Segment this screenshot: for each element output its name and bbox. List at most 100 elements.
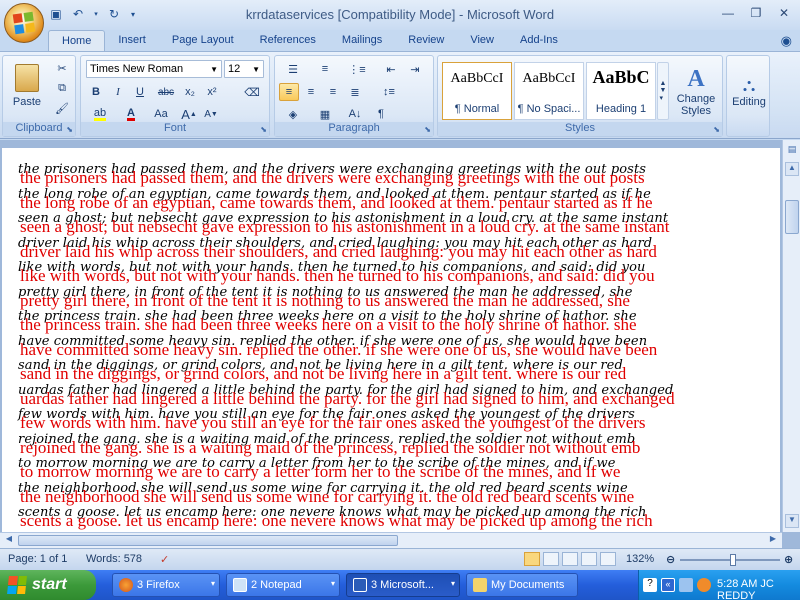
font-size-value: 12 [228, 63, 241, 75]
sort-icon[interactable]: A↓ [345, 105, 365, 123]
ribbon-tabs: Home Insert Page Layout References Maili… [48, 30, 571, 52]
underline-button[interactable]: U [130, 83, 150, 101]
tab-add-ins[interactable]: Add-Ins [507, 30, 571, 52]
tab-review[interactable]: Review [395, 30, 457, 52]
numbering-icon[interactable]: ≡ [311, 60, 339, 78]
app-tray-icon[interactable] [697, 578, 711, 592]
paragraph-launcher-icon[interactable]: ⬊ [424, 125, 431, 134]
font-size-select[interactable]: 12 ▼ [224, 60, 264, 78]
font-launcher-icon[interactable]: ⬊ [260, 125, 267, 134]
decrease-indent-icon[interactable]: ⇤ [381, 60, 401, 78]
tab-page-layout[interactable]: Page Layout [159, 30, 247, 52]
vertical-scroll-thumb[interactable] [785, 200, 799, 234]
align-right-icon[interactable]: ≡ [323, 83, 343, 101]
change-case-button[interactable]: Aa [149, 105, 173, 123]
style-normal[interactable]: AaBbCcI ¶ Normal [442, 62, 512, 120]
draft-icon[interactable] [600, 552, 616, 566]
bullets-icon[interactable]: ☰ [279, 60, 307, 78]
word-icon [353, 578, 367, 592]
zoom-slider-thumb[interactable] [730, 554, 736, 566]
change-styles-button[interactable]: A Change Styles [672, 60, 720, 122]
tab-view[interactable]: View [457, 30, 507, 52]
cut-icon[interactable]: ✂ [53, 60, 71, 76]
document-line-red-text: have committed some heavy sin. replied t… [20, 339, 658, 359]
clipboard-group-label: Clipboard [3, 122, 75, 136]
italic-button[interactable]: I [108, 83, 128, 101]
align-left-icon[interactable]: ≡ [279, 83, 299, 101]
maximize-icon[interactable]: ❐ [744, 4, 768, 22]
format-painter-icon[interactable]: 🖌 [53, 100, 71, 116]
page-count[interactable]: Page: 1 of 1 [8, 553, 67, 565]
multilevel-list-icon[interactable]: ⋮≡ [343, 60, 371, 78]
proofing-icon[interactable]: ✓ [160, 553, 169, 566]
style-no-spacing[interactable]: AaBbCcI ¶ No Spaci... [514, 62, 584, 120]
taskbar-word[interactable]: 3 Microsoft... ▾ [346, 573, 460, 597]
document-line-red-text: to morrow morning we are to carry a lett… [20, 462, 621, 481]
taskbar-my-documents[interactable]: My Documents [466, 573, 578, 597]
styles-gallery-scroll[interactable]: ▲ ▼ ▾ [657, 62, 669, 120]
font-color-button[interactable]: A [118, 105, 144, 123]
document-line-red-text: like with words, but not with your hands… [20, 266, 655, 285]
vertical-scrollbar[interactable]: ▤ ▲ ▼ [782, 140, 800, 532]
web-layout-icon[interactable] [562, 552, 578, 566]
outline-icon[interactable] [581, 552, 597, 566]
start-button[interactable]: start [0, 570, 96, 600]
horizontal-scroll-thumb[interactable] [18, 535, 398, 546]
taskbar-notepad[interactable]: 2 Notepad ▾ [226, 573, 340, 597]
shrink-font-button[interactable]: A ▼ [201, 105, 221, 123]
close-icon[interactable]: ✕ [772, 4, 796, 22]
horizontal-scrollbar[interactable]: ◀ ▶ [0, 532, 782, 548]
clock[interactable]: 5:28 AM JC REDDY [717, 578, 800, 600]
superscript-button[interactable]: x² [202, 83, 222, 101]
zoom-level[interactable]: 132% [626, 553, 654, 565]
zoom-in-icon[interactable]: ⊕ [784, 553, 793, 566]
tab-references[interactable]: References [247, 30, 329, 52]
scroll-down-icon[interactable]: ▼ [785, 514, 799, 528]
style-name: ¶ Normal [454, 103, 500, 115]
office-button[interactable] [4, 3, 44, 43]
print-layout-icon[interactable] [524, 552, 540, 566]
font-family-select[interactable]: Times New Roman ▼ [86, 60, 222, 78]
document-line-red-text: scents a goose. let us encamp here: one … [20, 511, 653, 530]
tab-insert[interactable]: Insert [105, 30, 159, 52]
clipboard-launcher-icon[interactable]: ⬊ [66, 125, 73, 134]
document-page[interactable]: the prisoners had passed them, and the d… [2, 148, 780, 540]
copy-icon[interactable]: ⧉ [53, 80, 71, 96]
font-group-label: Font [81, 122, 269, 136]
collapse-tray-icon[interactable]: « [661, 578, 675, 592]
show-formatting-icon[interactable]: ¶ [371, 105, 391, 123]
zoom-out-icon[interactable]: ⊖ [666, 553, 675, 566]
shading-icon[interactable]: ◈ [279, 105, 307, 123]
styles-launcher-icon[interactable]: ⬊ [713, 125, 720, 134]
word-count[interactable]: Words: 578 [86, 553, 142, 565]
align-center-icon[interactable]: ≡ [301, 83, 321, 101]
clear-formatting-icon[interactable]: ⌫ [241, 83, 263, 101]
help-tray-icon[interactable]: ? [643, 578, 657, 592]
strikethrough-button[interactable]: abc [154, 83, 178, 101]
scroll-left-icon[interactable]: ◀ [2, 534, 16, 547]
firefox-icon [119, 578, 133, 592]
network-icon[interactable] [679, 578, 693, 592]
ribbon: Paste ✂ ⧉ 🖌 Clipboard ⬊ Times New Roman … [0, 51, 800, 139]
view-ruler-icon[interactable]: ▤ [785, 144, 799, 158]
borders-icon[interactable]: ▦ [311, 105, 339, 123]
subscript-button[interactable]: x₂ [180, 83, 200, 101]
tab-mailings[interactable]: Mailings [329, 30, 395, 52]
bold-button[interactable]: B [86, 83, 106, 101]
taskbar-firefox[interactable]: 3 Firefox ▾ [112, 573, 220, 597]
minimize-icon[interactable]: — [716, 4, 740, 22]
justify-icon[interactable]: ≣ [345, 83, 365, 101]
help-icon[interactable]: ◉ [781, 33, 792, 49]
tab-home[interactable]: Home [48, 30, 106, 52]
highlight-color-button[interactable]: ab [86, 105, 114, 123]
paste-button[interactable]: Paste [7, 58, 47, 114]
editing-button[interactable]: ⛬ Editing [729, 60, 769, 122]
scroll-up-icon[interactable]: ▲ [785, 162, 799, 176]
scroll-right-icon[interactable]: ▶ [766, 534, 780, 547]
increase-indent-icon[interactable]: ⇥ [405, 60, 425, 78]
line-spacing-icon[interactable]: ↕≡ [375, 83, 403, 101]
style-heading-1[interactable]: AaBbC Heading 1 [586, 62, 656, 120]
full-screen-reading-icon[interactable] [543, 552, 559, 566]
document-line: pretty girl there, in front of the tent … [18, 285, 778, 310]
grow-font-button[interactable]: A ▲ [179, 105, 199, 123]
